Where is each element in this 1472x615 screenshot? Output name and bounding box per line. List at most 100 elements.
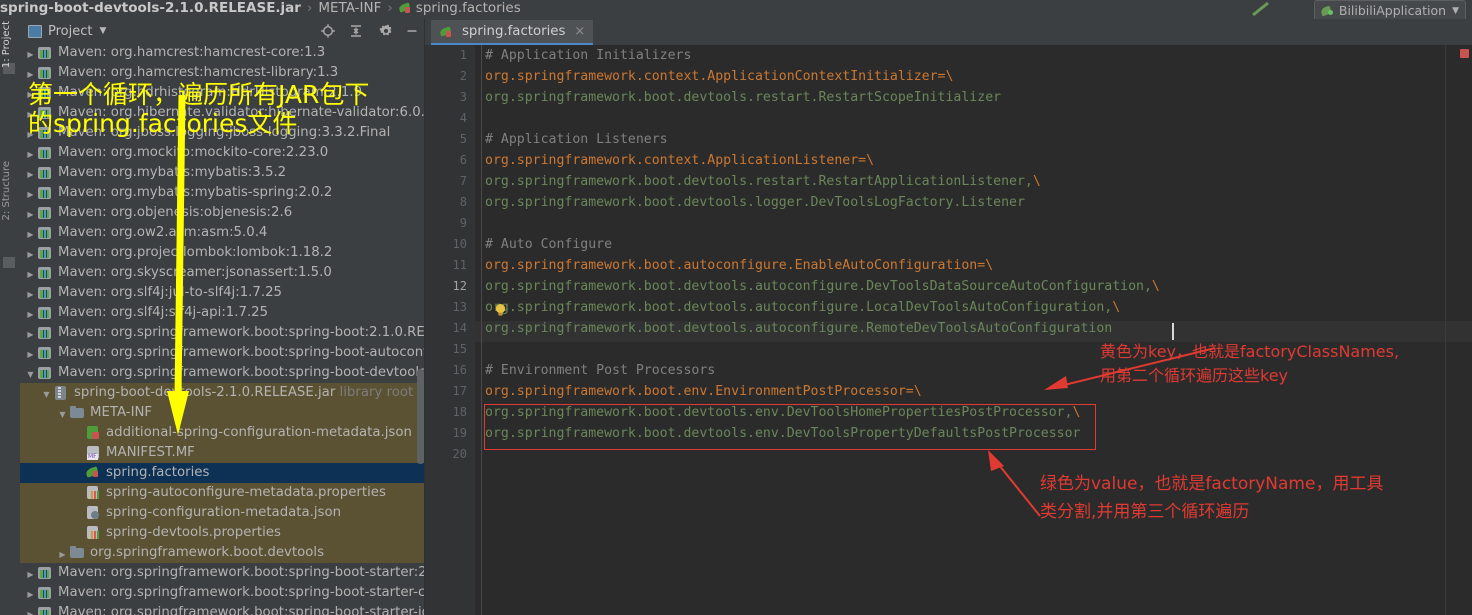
chevron-right-icon[interactable]: ▶ — [26, 165, 35, 185]
chevron-right-icon[interactable]: ▶ — [26, 345, 35, 365]
line-number: 1 — [459, 48, 467, 62]
collapse-all-icon[interactable] — [348, 23, 364, 39]
tree-row[interactable]: ▼ META-INF — [20, 403, 425, 423]
tool-window-strip: 1: Project 2: Structure — [0, 19, 21, 615]
tree-row[interactable]: ▶ Maven: org.jboss.logging:jboss-logging:… — [20, 123, 425, 143]
tree-row[interactable]: ▶ Maven: org.hamcrest:hamcrest-library:1.… — [20, 63, 425, 83]
tree-row[interactable]: ▶ Maven: org.hamcrest:hamcrest-core:1.3 — [20, 43, 425, 63]
tree-row[interactable]: ▶ Maven: org.springframework.boot:spring-… — [20, 343, 425, 363]
close-icon[interactable]: × — [574, 24, 585, 39]
tree-row-label: Maven: org.mybatis:mybatis:3.5.2 — [58, 165, 287, 180]
code-token-val: org.springframework.boot.devtools.autoco… — [485, 279, 1152, 294]
breadcrumb-separator: › — [306, 0, 313, 16]
tree-row[interactable]: ▶ additional-spring-configuration-metadat… — [20, 423, 425, 443]
chevron-right-icon[interactable]: ▶ — [26, 145, 35, 165]
tree-row[interactable]: ▶ Maven: org.objenesis:objenesis:2.6 — [20, 203, 425, 223]
breadcrumb-item[interactable]: spring.factories — [416, 0, 521, 16]
run-configuration-selector[interactable]: BilibiliApplication ▼ — [1313, 0, 1466, 21]
chevron-right-icon[interactable]: ▶ — [26, 205, 35, 225]
tree-row[interactable]: ▶ Maven: org.skyscreamer:jsonassert:1.5.0 — [20, 263, 425, 283]
code-token-esc: \ — [866, 153, 875, 168]
chevron-right-icon[interactable]: ▶ — [26, 185, 35, 205]
chevron-down-icon[interactable]: ▼ — [42, 385, 51, 405]
chevron-right-icon[interactable]: ▶ — [26, 265, 35, 285]
tree-row[interactable]: ▶ spring.factories — [20, 463, 425, 483]
chevron-right-icon[interactable]: ▶ — [26, 125, 35, 145]
chevron-down-icon[interactable]: ▼ — [26, 365, 35, 385]
code-token-val: org.springframework.boot.devtools.restar… — [485, 90, 1002, 105]
breadcrumb-item[interactable]: spring-boot-devtools-2.1.0.RELEASE.jar — [0, 0, 301, 16]
tree-row[interactable]: ▶ Maven: org.hdrhistogram:HdrHistogram:2.… — [20, 83, 425, 103]
tree-row-label: additional-spring-configuration-metadata… — [106, 425, 412, 440]
tree-row[interactable]: ▶ spring-configuration-metadata.json — [20, 503, 425, 523]
tree-row[interactable]: ▶ Maven: org.slf4j:slf4j-api:1.7.25 — [20, 303, 425, 323]
tree-row[interactable]: ▶ Maven: org.springframework.boot:spring-… — [20, 583, 425, 603]
maven-icon — [38, 46, 53, 60]
chevron-down-icon[interactable]: ▼ — [99, 26, 106, 36]
tree-row[interactable]: ▶ Maven: org.hibernate.validator:hibernat… — [20, 103, 425, 123]
chevron-right-icon[interactable]: ▶ — [26, 305, 35, 325]
tree-row[interactable]: ▶ org.springframework.boot.devtools — [20, 543, 425, 563]
tree-row[interactable]: ▶ spring-autoconfigure-metadata.propertie… — [20, 483, 425, 503]
chevron-right-icon[interactable]: ▶ — [26, 245, 35, 265]
chevron-right-icon[interactable]: ▶ — [26, 605, 35, 615]
tree-row[interactable]: ▶ spring-devtools.properties — [20, 523, 425, 543]
tree-row-label: Maven: org.springframework.boot:spring-b… — [58, 325, 425, 340]
maven-icon — [38, 326, 53, 340]
code-line: org.springframework.context.ApplicationC… — [485, 66, 953, 87]
tree-row[interactable]: ▶ MANIFEST.MF — [20, 443, 425, 463]
tab-spring-factories[interactable]: spring.factories × — [431, 20, 594, 45]
tree-row[interactable]: ▶ Maven: org.springframework.boot:spring-… — [20, 563, 425, 583]
intention-bulb-icon[interactable] — [494, 303, 507, 317]
chevron-right-icon[interactable]: ▶ — [26, 225, 35, 245]
settings-gear-icon[interactable] — [378, 23, 394, 39]
project-tree[interactable]: ▶ Maven: org.hamcrest:hamcrest-core:1.3 ▶ M… — [20, 43, 425, 615]
line-number: 13 — [452, 300, 467, 314]
code-token-comment: # Application Listeners — [485, 132, 668, 147]
code-token-val: org.springframework.boot.devtools.autoco… — [485, 300, 1113, 315]
code-editor[interactable]: 1 2 3 4 5 6 7 8 9 10 11 12 13 14 15 16 17 18 19 20 # Applic… — [425, 45, 1472, 615]
tree-row[interactable]: ▶ Maven: org.slf4j:jul-to-slf4j:1.7.25 — [20, 283, 425, 303]
code-token-esc: \ — [985, 258, 994, 273]
chevron-right-icon[interactable]: ▶ — [26, 285, 35, 305]
tree-row[interactable]: ▶ Maven: org.mockito:mockito-core:2.23.0 — [20, 143, 425, 163]
chevron-down-icon[interactable]: ▼ — [58, 405, 67, 425]
chevron-right-icon[interactable]: ▶ — [26, 85, 35, 105]
tool-tab-structure[interactable]: 2: Structure — [1, 161, 12, 220]
error-stripe-marker[interactable] — [1460, 49, 1469, 58]
code-line: org.springframework.boot.devtools.autoco… — [485, 297, 1120, 318]
minimize-icon[interactable] — [404, 23, 420, 39]
tree-row[interactable]: ▶ Maven: org.springframework.boot:spring-… — [20, 323, 425, 343]
chevron-right-icon[interactable]: ▶ — [26, 65, 35, 85]
code-token-key: org.springframework.context.ApplicationC… — [485, 69, 946, 84]
chevron-right-icon[interactable]: ▶ — [58, 545, 67, 565]
tree-row[interactable]: ▼ spring-boot-devtools-2.1.0.RELEASE.jar … — [20, 383, 425, 403]
chevron-down-icon[interactable]: ▼ — [1452, 6, 1459, 16]
project-tree-scrollbar[interactable] — [417, 369, 424, 464]
chevron-right-icon[interactable]: ▶ — [26, 585, 35, 605]
code-token-key: org.springframework.context.ApplicationL… — [485, 153, 867, 168]
tree-row[interactable]: ▶ Maven: org.springframework.boot:spring-… — [20, 603, 425, 615]
tree-row[interactable]: ▶ Maven: org.mybatis:mybatis:3.5.2 — [20, 163, 425, 183]
tree-row-label: Maven: org.hamcrest:hamcrest-library:1.3 — [58, 65, 339, 80]
tree-row-label: Maven: org.projectlombok:lombok:1.18.2 — [58, 245, 333, 260]
chevron-right-icon[interactable]: ▶ — [26, 565, 35, 585]
spring-json-icon — [86, 426, 101, 440]
locate-target-icon[interactable] — [320, 23, 336, 39]
editor-gutter[interactable]: 1 2 3 4 5 6 7 8 9 10 11 12 13 14 15 16 17 18 19 20 — [425, 45, 475, 615]
code-token-comment: # Auto Configure — [485, 237, 613, 252]
chevron-right-icon[interactable]: ▶ — [26, 45, 35, 65]
tree-row[interactable]: ▶ Maven: org.mybatis:mybatis-spring:2.0.2 — [20, 183, 425, 203]
breadcrumb-item[interactable]: META-INF — [318, 0, 381, 16]
tool-tab-project[interactable]: 1: Project — [1, 21, 12, 68]
chevron-right-icon[interactable]: ▶ — [26, 105, 35, 125]
chevron-right-icon[interactable]: ▶ — [26, 325, 35, 345]
maven-icon — [38, 246, 53, 260]
tree-row-label: Maven: org.mockito:mockito-core:2.23.0 — [58, 145, 329, 160]
tree-row[interactable]: ▼ Maven: org.springframework.boot:spring-… — [20, 363, 425, 383]
tree-row[interactable]: ▶ Maven: org.ow2.asm:asm:5.0.4 — [20, 223, 425, 243]
editor-code-area[interactable]: # Application Initializers org.springfram… — [485, 45, 1472, 615]
tree-row[interactable]: ▶ Maven: org.projectlombok:lombok:1.18.2 — [20, 243, 425, 263]
properties-icon — [86, 486, 101, 500]
spring-leaf-icon — [86, 466, 101, 480]
